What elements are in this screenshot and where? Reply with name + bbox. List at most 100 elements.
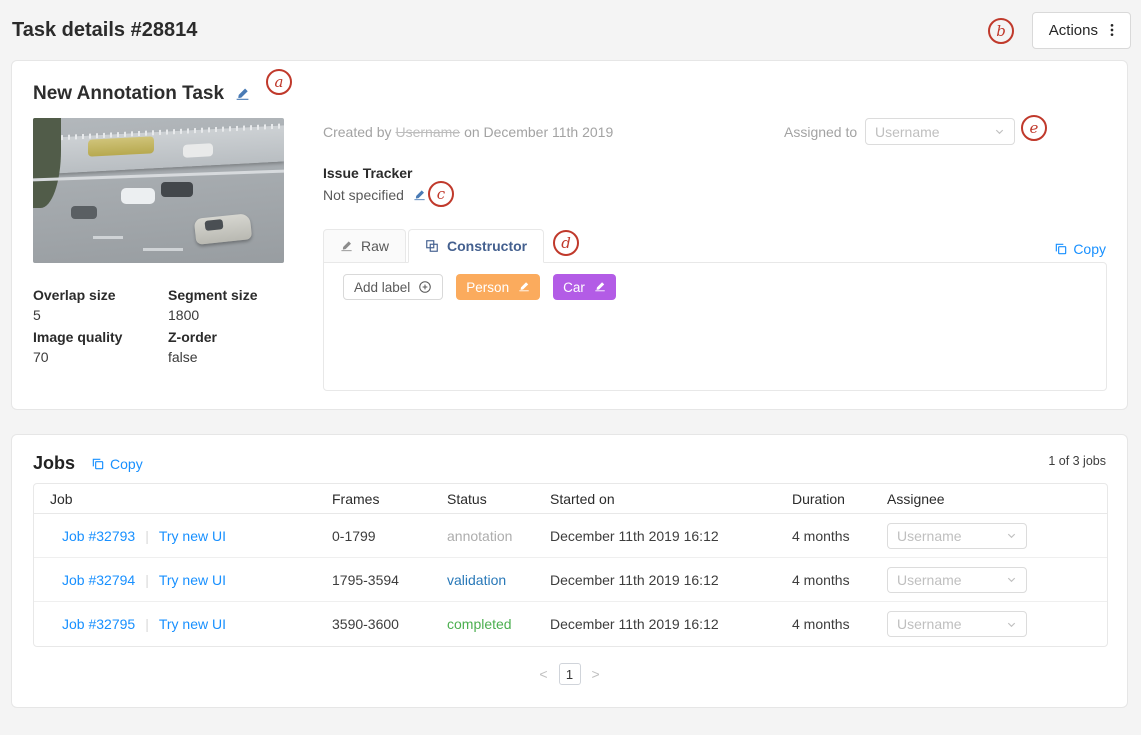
labels-row: Add label Person Car	[324, 263, 1106, 311]
chevron-down-icon	[1006, 619, 1017, 630]
more-vertical-icon	[1104, 22, 1120, 38]
jobs-count-text: 1 of 3 jobs	[1048, 454, 1106, 468]
created-by-prefix: Created by	[323, 124, 391, 140]
task-assignee-select[interactable]: Username	[865, 118, 1015, 145]
frames-cell: 0-1799	[332, 528, 447, 544]
labels-editor-panel: Add label Person Car	[323, 262, 1107, 391]
tab-constructor-label: Constructor	[447, 238, 527, 254]
frames-cell: 1795-3594	[332, 572, 447, 588]
param-label: Z-order	[168, 327, 303, 347]
created-by-suffix: on December 11th 2019	[464, 124, 613, 140]
assignee-cell: Username	[887, 523, 1107, 549]
label-tag-name: Person	[466, 280, 509, 295]
issue-tracker-value-row: Not specified	[323, 187, 426, 203]
task-parameters: Overlap size 5 Segment size 1800 Image q…	[33, 285, 303, 369]
actions-button-label: Actions	[1049, 22, 1098, 39]
chevron-down-icon	[1006, 530, 1017, 541]
preview-shape	[71, 206, 97, 219]
assignee-cell: Username	[887, 567, 1107, 593]
add-label-button[interactable]: Add label	[343, 274, 443, 300]
duration-cell: 4 months	[792, 572, 887, 588]
jobs-pagination: < 1 >	[12, 663, 1127, 685]
preview-shape	[121, 188, 155, 204]
assignee-value: Username	[897, 572, 962, 588]
param-label: Segment size	[168, 285, 303, 305]
column-header-started-on: Started on	[550, 491, 792, 507]
annotation-marker-c: c	[428, 181, 454, 207]
param-label: Image quality	[33, 327, 168, 347]
try-new-ui-link[interactable]: Try new UI	[159, 528, 226, 544]
task-assignee-value: Username	[875, 124, 940, 140]
job-cell: Job #32795 | Try new UI	[34, 616, 332, 632]
preview-shape	[93, 236, 123, 239]
copy-labels-label: Copy	[1073, 241, 1106, 257]
copy-jobs-label: Copy	[110, 456, 143, 472]
param-value: false	[168, 347, 303, 368]
job-link[interactable]: Job #32795	[62, 616, 135, 632]
tab-constructor[interactable]: Constructor	[408, 229, 544, 263]
created-by-line: Created by Username on December 11th 201…	[323, 124, 613, 140]
chevron-down-icon	[1006, 574, 1017, 585]
started-on-cell: December 11th 2019 16:12	[550, 616, 792, 632]
edit-task-name-icon[interactable]	[235, 87, 250, 102]
job-link[interactable]: Job #32794	[62, 572, 135, 588]
tab-raw[interactable]: Raw	[323, 229, 406, 263]
label-tag-car[interactable]: Car	[553, 274, 616, 300]
param-image-quality: Image quality 70	[33, 327, 168, 369]
jobs-table: Job Frames Status Started on Duration As…	[33, 483, 1108, 647]
preview-shape	[194, 213, 252, 245]
assignee-select[interactable]: Username	[887, 611, 1027, 637]
status-cell: annotation	[447, 528, 550, 544]
plus-circle-icon	[418, 280, 432, 294]
try-new-ui-link[interactable]: Try new UI	[159, 572, 226, 588]
job-link-separator: |	[145, 528, 149, 544]
page-title: Task details #28814	[12, 19, 197, 42]
jobs-header: Jobs Copy	[33, 453, 143, 474]
issue-tracker-value: Not specified	[323, 187, 404, 203]
preview-shape	[205, 219, 224, 231]
table-row: Job #32795|Try new UI 3590-3600 complete…	[34, 602, 1107, 646]
param-value: 70	[33, 347, 168, 368]
assignee-select[interactable]: Username	[887, 567, 1027, 593]
started-on-cell: December 11th 2019 16:12	[550, 528, 792, 544]
labels-tabs: Raw Constructor	[323, 229, 546, 263]
copy-labels-link[interactable]: Copy	[1054, 241, 1106, 257]
column-header-assignee: Assignee	[887, 491, 1107, 507]
pagination-next-button[interactable]: >	[592, 666, 600, 682]
assignee-select[interactable]: Username	[887, 523, 1027, 549]
assignee-value: Username	[897, 528, 962, 544]
copy-icon	[1054, 242, 1068, 256]
param-value: 5	[33, 305, 168, 326]
chevron-down-icon	[994, 126, 1005, 137]
pencil-icon	[594, 281, 606, 293]
duration-cell: 4 months	[792, 528, 887, 544]
status-cell: validation	[447, 572, 550, 588]
preview-shape	[33, 118, 61, 208]
started-on-cell: December 11th 2019 16:12	[550, 572, 792, 588]
job-link[interactable]: Job #32793	[62, 528, 135, 544]
edit-issue-tracker-icon[interactable]	[413, 189, 426, 202]
preview-shape	[143, 248, 183, 251]
annotation-marker-e: e	[1021, 115, 1047, 141]
job-link-separator: |	[145, 616, 149, 632]
assigned-to-label: Assigned to	[784, 124, 857, 140]
copy-jobs-link[interactable]: Copy	[91, 456, 143, 472]
preview-shape	[88, 136, 154, 156]
try-new-ui-link[interactable]: Try new UI	[159, 616, 226, 632]
duration-cell: 4 months	[792, 616, 887, 632]
label-tag-person[interactable]: Person	[456, 274, 540, 300]
pagination-prev-button[interactable]: <	[539, 666, 547, 682]
param-value: 1800	[168, 305, 303, 326]
job-link-separator: |	[145, 572, 149, 588]
pagination-page-1[interactable]: 1	[559, 663, 581, 685]
pencil-icon	[518, 281, 530, 293]
assignee-value: Username	[897, 616, 962, 632]
job-cell: Job #32794 | Try new UI	[34, 572, 332, 588]
frames-cell: 3590-3600	[332, 616, 447, 632]
table-row: Job #32793|Try new UI 0-1799 annotation …	[34, 514, 1107, 558]
preview-shape	[161, 182, 193, 197]
add-label-text: Add label	[354, 280, 410, 295]
actions-button[interactable]: Actions	[1032, 12, 1131, 49]
jobs-card: Jobs Copy 1 of 3 jobs Job Frames Status …	[11, 434, 1128, 708]
issue-tracker-label: Issue Tracker	[323, 165, 413, 181]
